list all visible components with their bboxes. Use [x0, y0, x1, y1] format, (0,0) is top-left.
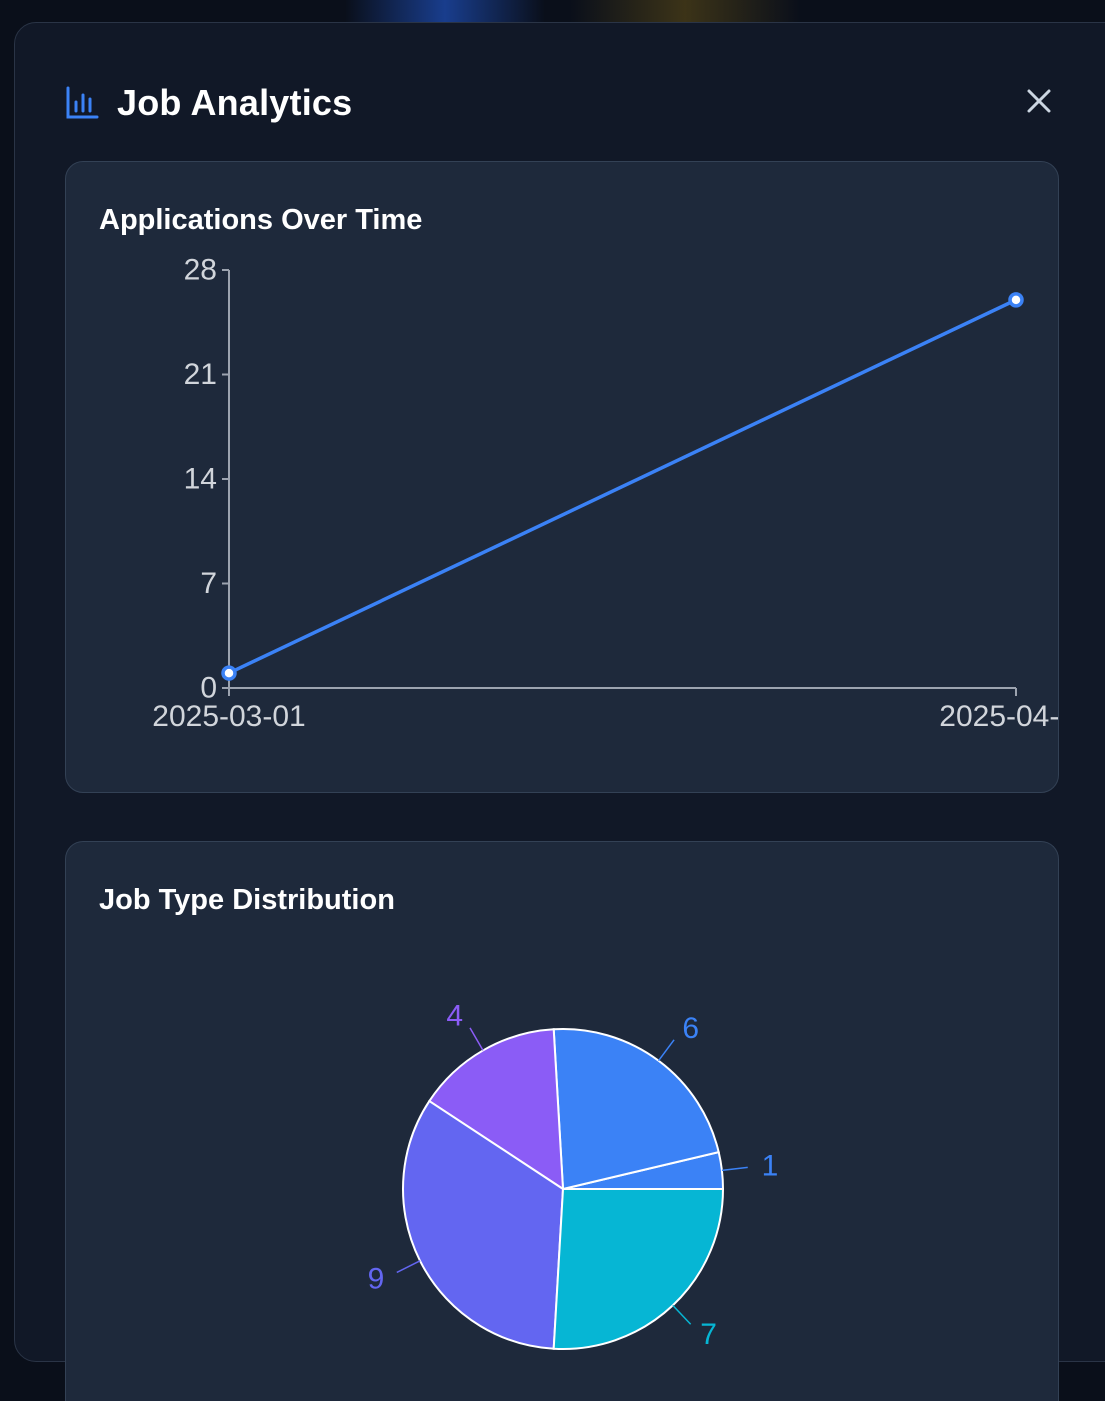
pie-label-leader [469, 1027, 484, 1051]
modal-header: Job Analytics [65, 79, 352, 127]
x-tick-label: 2025-04-05 [939, 700, 1059, 733]
close-button[interactable] [1021, 83, 1057, 119]
pie-data-label: 6 [682, 1012, 699, 1045]
modal-title: Job Analytics [117, 82, 353, 123]
pie-data-label: 7 [700, 1318, 717, 1351]
pie-label-leader [396, 1260, 421, 1274]
job-type-distribution-card: Job Type Distribution 16497 [65, 841, 1059, 1401]
x-tick-label: 2025-03-01 [152, 700, 305, 733]
data-point [1008, 292, 1024, 308]
series-line [228, 298, 1017, 675]
pie-slice [552, 1188, 725, 1350]
pie-chart: 1 6 4 9 7 [368, 999, 779, 1351]
pie-data-label: 1 [762, 1149, 779, 1182]
pie-data-label: 9 [368, 1262, 385, 1295]
y-tick-label: 7 [200, 567, 217, 600]
close-icon[interactable] [1021, 83, 1057, 119]
y-tick-label: 28 [184, 254, 217, 287]
backdrop-highlight [570, 0, 800, 22]
y-tick-label: 14 [184, 463, 217, 496]
bar-chart-icon [65, 86, 99, 120]
backdrop-highlight [345, 0, 545, 22]
pie-label-leader [657, 1039, 675, 1062]
y-tick-label: 21 [184, 358, 217, 391]
backdrop [0, 0, 1105, 22]
pie-data-label: 4 [446, 999, 463, 1032]
line-chart: 071421282025-03-012025-04-05 [152, 254, 1059, 734]
data-point [221, 665, 237, 681]
applications-over-time-card: Applications Over Time 0 7 14 21 28 2025-03-0… [65, 161, 1059, 793]
pie-label-leader [721, 1166, 748, 1172]
pie-label-leader [672, 1304, 692, 1325]
job-analytics-modal: Job Analytics Applications Over Time 071… [14, 22, 1105, 1401]
